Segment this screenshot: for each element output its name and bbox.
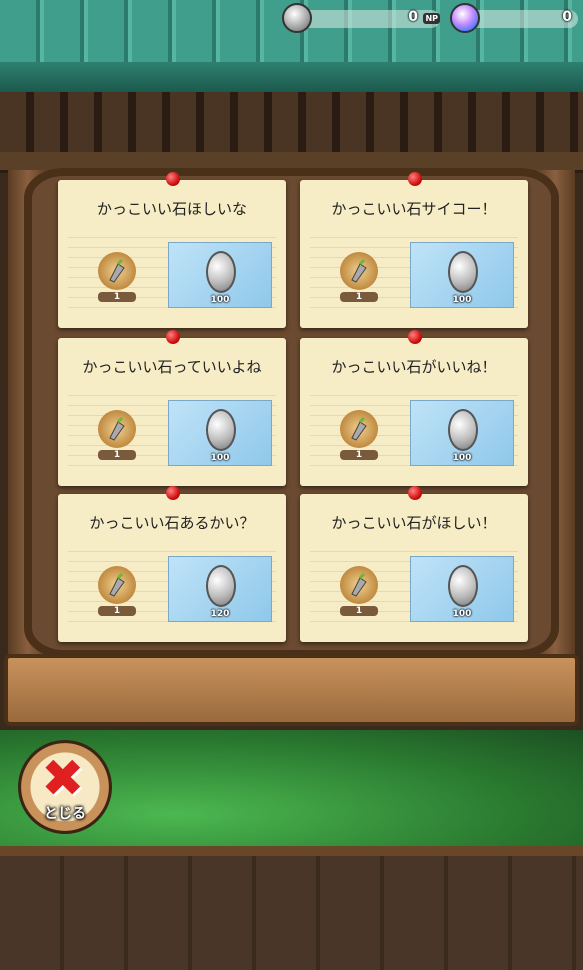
reward-panel: 100 xyxy=(410,400,514,466)
pickaxe-item-icon xyxy=(340,410,378,448)
silver-coin-icon xyxy=(448,409,478,451)
item-count: 1 xyxy=(98,450,136,460)
board-shelf xyxy=(4,654,579,726)
item-count: 1 xyxy=(98,292,136,302)
request-card[interactable]: かっこいい石がほしい！ 1 100 xyxy=(300,486,528,642)
item-count: 1 xyxy=(340,606,378,616)
red-pin-icon xyxy=(166,172,180,186)
request-title: かっこいい石っていいよね xyxy=(82,358,262,376)
request-title: かっこいい石がいいね！ xyxy=(331,358,497,376)
item-count: 1 xyxy=(340,450,378,460)
request-card[interactable]: かっこいい石あるかい？ 1 120 xyxy=(58,486,286,642)
red-pin-icon xyxy=(166,330,180,344)
reward-panel: 100 xyxy=(410,242,514,308)
request-card[interactable]: かっこいい石がいいね！ 1 100 xyxy=(300,330,528,486)
red-pin-icon xyxy=(166,486,180,500)
item-count: 1 xyxy=(340,292,378,302)
silver-coin-icon xyxy=(282,3,312,33)
gem-value: 0 xyxy=(562,9,572,25)
reward-panel: 100 xyxy=(410,556,514,622)
reward-panel: 100 xyxy=(168,400,272,466)
reward-value: 100 xyxy=(452,609,472,619)
reward-value: 100 xyxy=(210,295,230,305)
red-x-icon: ✖ xyxy=(41,749,85,809)
reward-value: 100 xyxy=(210,453,230,463)
pickaxe-item-icon xyxy=(98,410,136,448)
reward-value: 100 xyxy=(452,295,472,305)
gem-counter: 0 xyxy=(450,3,580,33)
request-title: かっこいい石がほしい！ xyxy=(331,514,497,532)
request-title: かっこいい石ほしいな xyxy=(96,200,247,218)
request-title: かっこいい石サイコー！ xyxy=(331,200,497,218)
request-card[interactable]: かっこいい石っていいよね 1 100 xyxy=(58,330,286,486)
np-unit: NP xyxy=(423,13,440,24)
red-pin-icon xyxy=(408,486,422,500)
item-count: 1 xyxy=(98,606,136,616)
reward-panel: 120 xyxy=(168,556,272,622)
request-card[interactable]: かっこいい石ほしいな 1 100 xyxy=(58,172,286,328)
stone-floor xyxy=(0,846,583,970)
pickaxe-item-icon xyxy=(98,252,136,290)
request-card[interactable]: かっこいい石サイコー！ 1 100 xyxy=(300,172,528,328)
reward-value: 100 xyxy=(452,453,472,463)
red-pin-icon xyxy=(408,172,422,186)
request-title: かっこいい石あるかい？ xyxy=(89,514,255,532)
close-button[interactable]: ✖ とじる xyxy=(18,740,112,834)
pickaxe-item-icon xyxy=(340,566,378,604)
silver-coin-icon xyxy=(206,565,236,607)
np-value: 0 xyxy=(408,9,418,25)
reward-panel: 100 xyxy=(168,242,272,308)
np-counter: 0 NP xyxy=(282,3,442,33)
gem-counter-bg xyxy=(464,10,578,28)
np-counter-bg xyxy=(296,10,440,28)
pickaxe-item-icon xyxy=(98,566,136,604)
reward-value: 120 xyxy=(210,609,230,619)
pickaxe-item-icon xyxy=(340,252,378,290)
silver-coin-icon xyxy=(448,251,478,293)
orb-gem-icon xyxy=(450,3,480,33)
red-pin-icon xyxy=(408,330,422,344)
close-label: とじる xyxy=(44,806,86,822)
silver-coin-icon xyxy=(206,409,236,451)
silver-coin-icon xyxy=(206,251,236,293)
silver-coin-icon xyxy=(448,565,478,607)
